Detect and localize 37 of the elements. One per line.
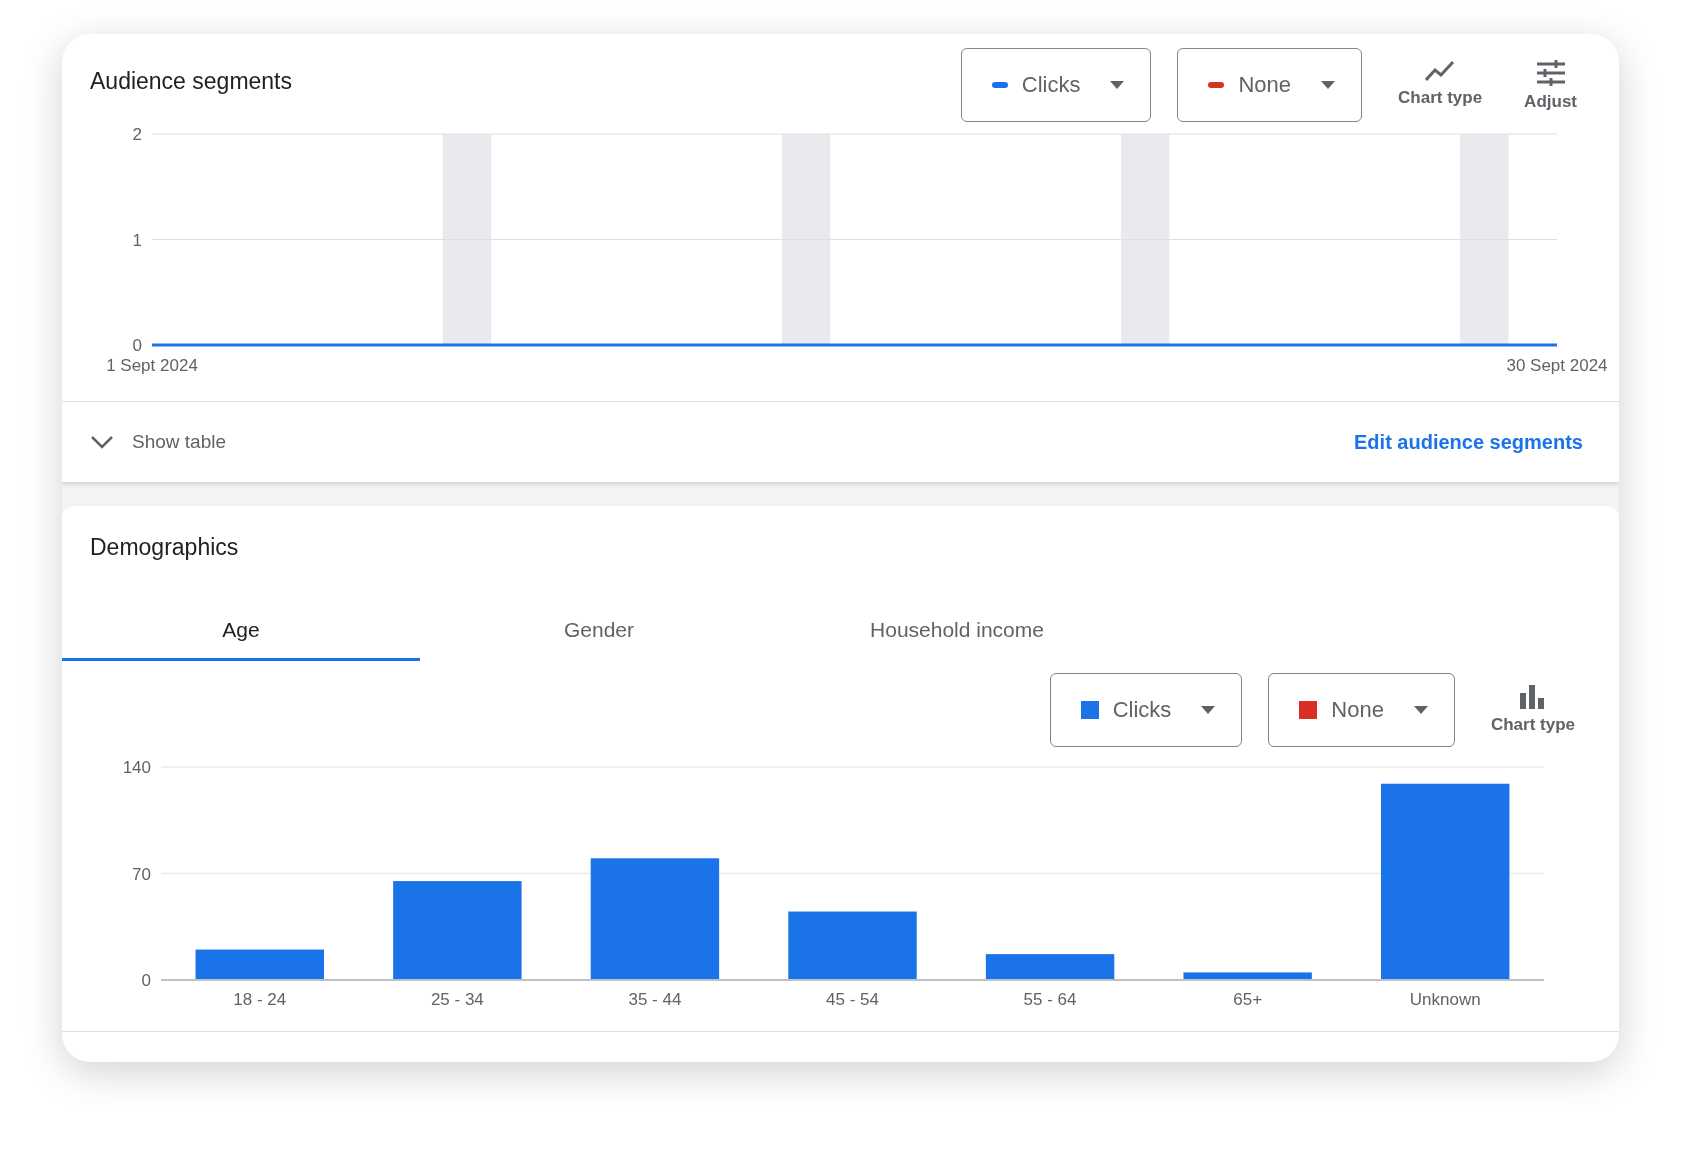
metric-dropdown[interactable]: Clicks [1049, 673, 1243, 747]
axis-label: 140 [122, 758, 151, 777]
metric-dropdown[interactable]: None [1268, 673, 1455, 747]
axis-label: 1 Sept 2024 [106, 356, 198, 375]
bar-chart-icon [1519, 685, 1546, 709]
axis-label: 1 [132, 230, 142, 250]
demographics-tab[interactable]: Gender [420, 601, 778, 661]
caret-icon [1321, 81, 1336, 89]
demographics-tab[interactable]: Age [62, 601, 420, 661]
section-title: Audience segments [90, 68, 292, 95]
axis-label: 45 - 54 [826, 990, 879, 1009]
axis-label: Unknown [1409, 990, 1481, 1009]
axis-label: 70 [132, 864, 151, 884]
chart-tool-button[interactable]: Chart type [1392, 56, 1489, 112]
axis-label: 55 - 64 [1023, 990, 1077, 1009]
metric-dropdown[interactable]: Clicks [960, 48, 1152, 122]
chart-tool-button[interactable]: Chart type [1484, 681, 1581, 747]
section-title: Demographics [89, 533, 240, 561]
show-table-toggle[interactable]: Show table [90, 431, 226, 453]
line-chart-icon [1425, 60, 1456, 82]
caret-icon [1201, 706, 1216, 714]
chevron-down-icon [90, 435, 114, 449]
chart-tool-button[interactable]: Adjust [1518, 56, 1583, 116]
axis-label: 25 - 34 [430, 990, 484, 1009]
caret-icon [1110, 81, 1125, 89]
edit-segments-link[interactable]: Edit audience segments [1354, 430, 1583, 454]
axis-label: 65+ [1233, 990, 1263, 1009]
axis-label: 2 [132, 126, 142, 144]
axis-label: 18 - 24 [233, 990, 287, 1009]
demographics-tab[interactable]: Household income [778, 601, 1136, 661]
axis-label: 30 Sept 2024 [1506, 356, 1608, 375]
axis-label: 0 [132, 336, 142, 355]
caret-icon [1413, 706, 1428, 714]
axis-label: 0 [141, 971, 151, 990]
axis-label: 35 - 44 [628, 990, 682, 1009]
sliders-icon [1536, 60, 1565, 86]
metric-dropdown[interactable]: None [1177, 48, 1363, 122]
